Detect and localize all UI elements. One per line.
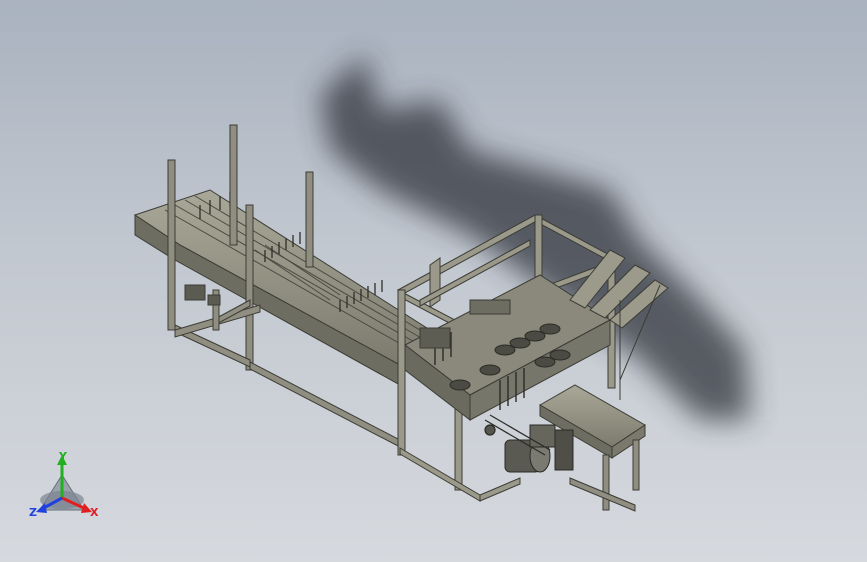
x-axis-label: X — [90, 506, 99, 519]
cad-viewport[interactable]: Y X Z — [0, 0, 867, 562]
view-orientation-triad[interactable]: Y X Z — [29, 450, 99, 519]
infeed-drive — [184, 284, 221, 306]
y-axis-label: Y — [58, 450, 68, 463]
infeed-conveyor[interactable] — [133, 189, 431, 366]
drive-motor[interactable] — [504, 424, 574, 473]
z-axis-label: Z — [29, 506, 37, 519]
